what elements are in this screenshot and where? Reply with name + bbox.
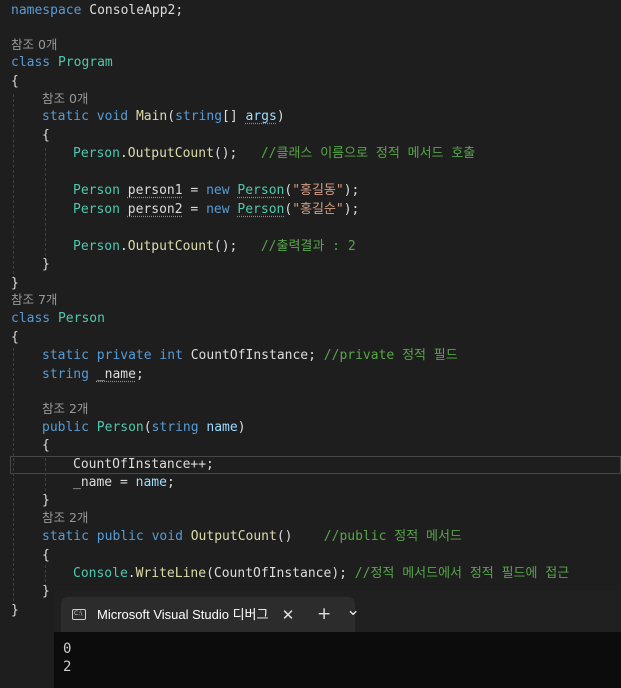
terminal-icon: C:\ (72, 609, 86, 620)
code-line: class Person (11, 311, 105, 326)
chevron-down-icon[interactable]: ⌄ (346, 601, 360, 619)
code-line: } (42, 493, 50, 508)
output-line: 0 (63, 641, 72, 657)
code-line: Person.OutputCount(); //출력결과 : 2 (73, 239, 356, 254)
terminal-tab[interactable]: C:\ Microsoft Visual Studio 디버그 ✕ (61, 597, 355, 632)
indent-guide (45, 148, 46, 261)
code-line: public Person(string name) (42, 420, 246, 435)
codelens-references[interactable]: 참조 0개 (11, 36, 57, 54)
code-line: { (11, 330, 19, 345)
code-line: Console.WriteLine(CountOfInstance); //정적… (73, 566, 570, 581)
close-icon[interactable]: ✕ (278, 605, 298, 625)
code-line: Person person1 = new Person("홍길동"); (73, 183, 360, 198)
terminal-tab-bar: C:\ Microsoft Visual Studio 디버그 ✕ + ⌄ (54, 591, 621, 632)
code-line: static private int CountOfInstance; //pr… (42, 348, 458, 363)
code-line: } (42, 257, 50, 272)
new-tab-button[interactable]: + (317, 605, 331, 623)
codelens-references[interactable]: 참조 2개 (42, 400, 88, 418)
indent-guide (13, 94, 14, 279)
code-line: } (42, 584, 50, 599)
code-line: } (11, 603, 19, 618)
code-line: { (42, 128, 50, 143)
code-line: string _name; (42, 367, 144, 382)
codelens-references[interactable]: 참조 0개 (42, 90, 88, 108)
code-line: { (11, 74, 19, 89)
code-line: { (42, 548, 50, 563)
indent-guide (13, 348, 14, 601)
code-line: static void Main(string[] args) (42, 109, 285, 124)
code-line: static public void OutputCount() //publi… (42, 529, 462, 544)
terminal-output: 02 (63, 640, 71, 676)
terminal-tab-title: Microsoft Visual Studio 디버그 (97, 607, 269, 622)
indent-guide (45, 458, 46, 496)
code-line: Person.OutputCount(); //클래스 이름으로 정적 메서드 … (73, 146, 476, 161)
code-line: _name = name; (73, 475, 175, 490)
code-line: { (42, 438, 50, 453)
code-line: CountOfInstance++; (73, 457, 214, 472)
output-line: 2 (63, 659, 72, 675)
debug-console-window[interactable]: C:\ Microsoft Visual Studio 디버그 ✕ + ⌄ 02 (54, 591, 621, 688)
codelens-references[interactable]: 참조 2개 (42, 509, 88, 527)
code-line: Person person2 = new Person("홍길순"); (73, 202, 360, 217)
code-line: namespace ConsoleApp2; (11, 3, 184, 18)
codelens-references[interactable]: 참조 7개 (11, 291, 57, 309)
code-line: class Program (11, 55, 113, 70)
code-editor[interactable]: namespace ConsoleApp2; 참조 0개 class Progr… (0, 0, 621, 688)
